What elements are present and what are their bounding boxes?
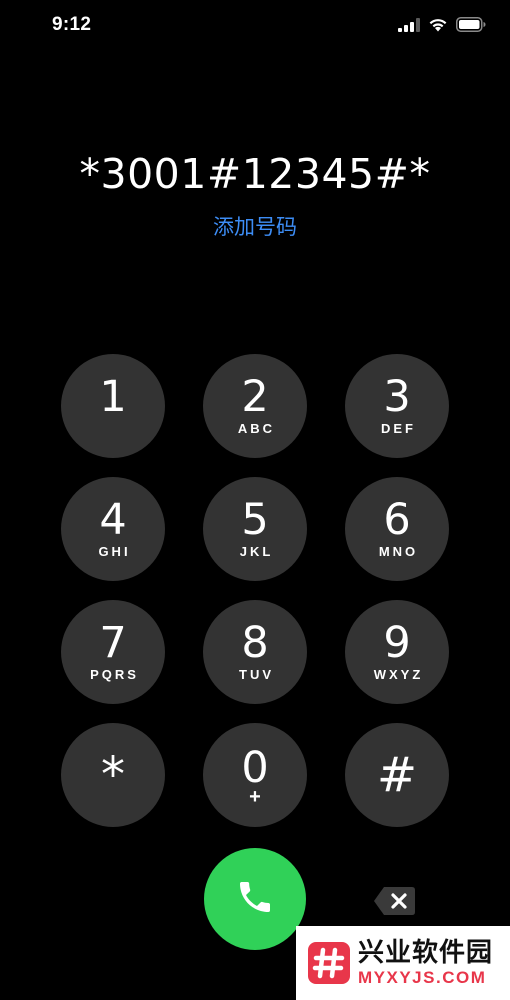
key-letters-label: JKL <box>239 544 274 559</box>
key-1[interactable]: 1 <box>61 354 165 458</box>
key-digit-label: 0 <box>241 743 269 793</box>
watermark-url: MYXYJS.COM <box>358 968 487 987</box>
phone-dialer-screen: 9:12 *3001#12345#* 添加号码 1 2 ABC 3 DEF 4 … <box>0 0 510 1000</box>
key-letters-label: MNO <box>378 544 419 559</box>
key-digit-label: 6 <box>383 495 411 545</box>
watermark-text: 兴业软件园 MYXYJS.COM <box>358 938 493 988</box>
key-digit-label: 5 <box>241 495 269 545</box>
key-digit-label: 3 <box>383 372 411 422</box>
key-star[interactable]: * <box>61 723 165 827</box>
key-4[interactable]: 4 GHI <box>61 477 165 581</box>
key-digit-label: # <box>376 747 418 803</box>
call-button[interactable] <box>204 848 306 950</box>
key-8[interactable]: 8 TUV <box>203 600 307 704</box>
key-letters-label: + <box>249 786 261 808</box>
key-digit-label: 4 <box>99 495 127 545</box>
key-letters-label: ABC <box>237 421 276 436</box>
key-letters-label: WXYZ <box>373 667 424 682</box>
key-7[interactable]: 7 PQRS <box>61 600 165 704</box>
key-3[interactable]: 3 DEF <box>345 354 449 458</box>
watermark-badge: 兴业软件园 MYXYJS.COM <box>296 926 510 1000</box>
key-letters-label: TUV <box>239 667 274 682</box>
key-6[interactable]: 6 MNO <box>345 477 449 581</box>
key-5[interactable]: 5 JKL <box>203 477 307 581</box>
key-2[interactable]: 2 ABC <box>203 354 307 458</box>
key-0[interactable]: 0 + <box>203 723 307 827</box>
key-digit-label: 1 <box>99 372 127 422</box>
key-letters-label <box>112 421 115 437</box>
key-digit-label: 7 <box>99 618 127 668</box>
key-hash[interactable]: # <box>345 723 449 827</box>
backspace-icon <box>372 887 418 922</box>
hash-logo-icon <box>308 942 350 984</box>
key-letters-label: DEF <box>381 421 416 436</box>
watermark-title: 兴业软件园 <box>358 938 494 968</box>
key-9[interactable]: 9 WXYZ <box>345 600 449 704</box>
key-digit-label: 9 <box>383 618 411 668</box>
key-digit-label: 2 <box>241 372 269 422</box>
key-letters-label: PQRS <box>90 667 139 682</box>
phone-icon <box>235 877 275 922</box>
delete-button[interactable] <box>372 884 418 918</box>
key-digit-label: 8 <box>241 618 269 668</box>
key-digit-label: * <box>101 747 125 803</box>
key-letters-label: GHI <box>98 544 131 559</box>
